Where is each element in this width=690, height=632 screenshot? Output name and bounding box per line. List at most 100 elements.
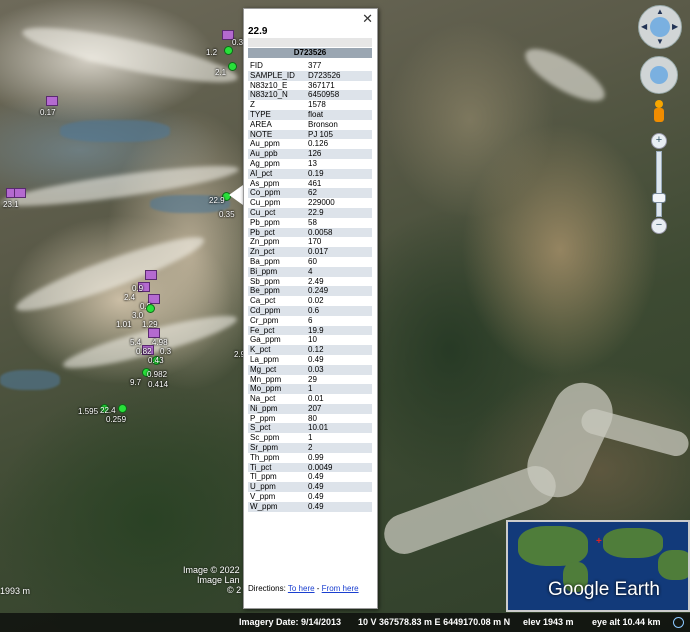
zoom-track[interactable] — [652, 151, 666, 217]
balloon-tail — [229, 185, 243, 205]
attribute-value: 62 — [308, 188, 317, 198]
zoom-slider[interactable]: + − — [651, 133, 667, 234]
sample-label: 0.43 — [148, 356, 164, 365]
table-row: Cr_ppm 6 — [248, 315, 372, 326]
attribute-value: 0.03 — [308, 364, 324, 374]
move-joystick[interactable] — [650, 66, 668, 84]
attribute-name: K_pct — [250, 345, 271, 355]
look-down-arrow-icon[interactable]: ▼ — [656, 37, 664, 46]
attribute-name: Zn_pct — [250, 247, 275, 257]
attribute-name: N83z10_N — [250, 90, 288, 100]
sample-marker[interactable] — [46, 96, 58, 106]
sample-pin[interactable] — [224, 46, 233, 55]
sample-label: 0.259 — [106, 415, 127, 424]
elevation-readout: elev 1943 m — [523, 617, 574, 627]
sample-marker[interactable] — [145, 270, 157, 280]
sample-label: 0.9 — [132, 284, 144, 293]
attribute-value: 10 — [308, 335, 317, 345]
attribute-name: Cu_pct — [250, 207, 276, 217]
sample-marker[interactable] — [148, 328, 160, 338]
sample-label: 0.3 — [160, 347, 172, 356]
attribute-name: Ni_ppm — [250, 403, 278, 413]
eye-altitude-readout: eye alt 10.44 km — [592, 617, 661, 627]
attribute-value: 10.01 — [308, 423, 329, 433]
attribute-name: Sb_ppm — [250, 276, 280, 286]
attribute-value: 0.126 — [308, 139, 329, 149]
table-row: Ca_pct 0.02 — [248, 296, 372, 306]
glacier-lake — [60, 120, 170, 142]
table-row: Ag_ppm 13 — [248, 158, 372, 169]
attribute-name: Pb_pct — [250, 227, 275, 237]
look-up-arrow-icon[interactable]: ▲ — [656, 7, 664, 16]
snow-ridge — [11, 226, 209, 322]
close-icon[interactable]: ✕ — [362, 11, 373, 27]
attribute-name: Th_ppm — [250, 452, 280, 462]
look-control[interactable]: ▲ ▼ ◀ ▶ — [638, 5, 682, 49]
look-right-arrow-icon[interactable]: ▶ — [672, 22, 678, 31]
zoom-in-button[interactable]: + — [651, 133, 667, 149]
sample-label: 23.1 — [3, 200, 19, 209]
attribute-name: Mo_ppm — [250, 384, 282, 394]
sample-pin[interactable] — [228, 62, 237, 71]
google-earth-logo: Google Earth — [548, 579, 660, 600]
sample-marker[interactable] — [14, 188, 26, 198]
attribute-name: SAMPLE_ID — [250, 70, 295, 80]
table-row: Pb_ppm 58 — [248, 217, 372, 228]
street-view-pegman-icon[interactable] — [653, 100, 665, 126]
attribute-name: Au_ppm — [250, 139, 280, 149]
sample-label: 22.9 — [209, 196, 225, 205]
attribute-name: Na_pct — [250, 394, 276, 404]
to-here-link[interactable]: To here — [288, 584, 315, 593]
table-row: Ni_ppm 207 — [248, 403, 372, 414]
attribute-value: 4 — [308, 266, 313, 276]
table-row: Au_ppb 126 — [248, 149, 372, 159]
table-row: Be_ppm 0.249 — [248, 286, 372, 297]
attribute-value: 13 — [308, 158, 317, 168]
balloon-description — [248, 38, 372, 47]
sample-pin[interactable] — [146, 304, 155, 313]
attribute-name: S_pct — [250, 423, 271, 433]
table-row: SAMPLE_ID D723526 — [248, 70, 372, 81]
attribute-value: 0.49 — [308, 492, 324, 502]
attribute-value: 0.01 — [308, 394, 324, 404]
attribute-value: 0.0049 — [308, 462, 333, 472]
attribute-value: 60 — [308, 256, 317, 266]
look-left-arrow-icon[interactable]: ◀ — [641, 22, 647, 31]
attribute-name: U_ppm — [250, 482, 276, 492]
zoom-thumb[interactable] — [652, 193, 666, 203]
attribute-value: 229000 — [308, 198, 335, 208]
zoom-out-button[interactable]: − — [651, 218, 667, 234]
attribute-value: Bronson — [308, 119, 338, 129]
attribute-value: 0.99 — [308, 452, 324, 462]
sample-pin[interactable] — [118, 404, 127, 413]
attribute-name: P_ppm — [250, 413, 276, 423]
attribute-name: Al_pct — [250, 168, 273, 178]
attribute-value: 80 — [308, 413, 317, 423]
sample-label: 0.35 — [219, 210, 235, 219]
look-joystick[interactable] — [650, 17, 670, 37]
attribute-value: 1578 — [308, 100, 326, 110]
sample-label: 0.3 — [232, 38, 244, 47]
attribute-name: Cd_ppm — [250, 305, 281, 315]
attribute-value: 0.49 — [308, 472, 324, 482]
continent — [603, 528, 663, 558]
table-row: NOTE PJ 105 — [248, 129, 372, 140]
sample-label: 0.982 — [147, 370, 168, 379]
sample-label: 1.595 — [78, 407, 99, 416]
table-row: Cd_ppm 0.6 — [248, 305, 372, 316]
continent — [658, 550, 688, 580]
sample-label: 0.82 — [136, 347, 152, 356]
table-row: Bi_ppm 4 — [248, 266, 372, 277]
table-row: S_pct 10.01 — [248, 423, 372, 434]
attribute-value: 29 — [308, 374, 317, 384]
pegman-body — [654, 108, 664, 122]
move-control[interactable] — [640, 56, 678, 94]
overview-map[interactable]: + Google Earth — [506, 520, 690, 612]
table-row: La_ppm 0.49 — [248, 354, 372, 365]
from-here-link[interactable]: From here — [322, 584, 359, 593]
table-row: Sc_ppm 1 — [248, 433, 372, 444]
attribute-value: 22.9 — [308, 207, 324, 217]
attribute-value: 126 — [308, 149, 322, 159]
table-row: Mg_pct 0.03 — [248, 364, 372, 375]
table-row: Th_ppm 0.99 — [248, 452, 372, 463]
